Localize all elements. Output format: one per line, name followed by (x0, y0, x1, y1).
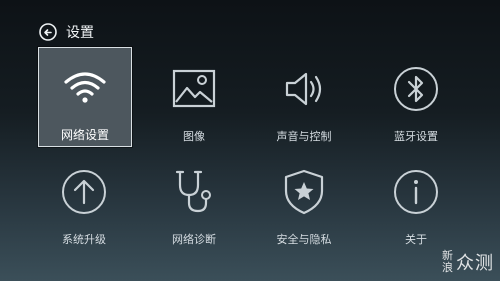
watermark-brand: 众测 (456, 253, 494, 274)
tile-about[interactable]: 关于 (370, 153, 462, 251)
shield-star-icon (279, 167, 329, 217)
tile-bluetooth[interactable]: 蓝牙设置 (370, 50, 462, 148)
tile-label: 关于 (405, 233, 427, 246)
upgrade-arrow-icon (59, 167, 109, 217)
tile-label: 蓝牙设置 (394, 130, 438, 143)
tile-label: 安全与隐私 (276, 233, 332, 246)
watermark-line2: 浪 (442, 261, 453, 274)
tile-label: 网络设置 (60, 128, 109, 142)
wifi-icon (60, 62, 110, 112)
bluetooth-icon (391, 64, 441, 114)
image-icon (169, 64, 219, 114)
tile-network-diagnosis[interactable]: 网络诊断 (148, 153, 240, 251)
back-circle-arrow-icon[interactable] (38, 22, 58, 42)
header: 设置 (38, 20, 94, 44)
speaker-icon (279, 64, 329, 114)
tile-sound-control[interactable]: 声音与控制 (258, 50, 350, 148)
tile-label: 图像 (183, 130, 205, 143)
tile-system-upgrade[interactable]: 系统升级 (38, 153, 130, 251)
page-title: 设置 (66, 25, 94, 41)
tile-security-privacy[interactable]: 安全与隐私 (258, 153, 350, 251)
stethoscope-icon (169, 167, 219, 217)
tile-label: 声音与控制 (276, 130, 332, 143)
watermark: 新 浪 众测 (442, 249, 494, 275)
tile-label: 网络诊断 (172, 233, 216, 246)
tile-image[interactable]: 图像 (148, 50, 240, 148)
tile-label: 系统升级 (62, 233, 106, 246)
tile-network-settings[interactable]: 网络设置 (38, 47, 132, 147)
info-icon (391, 167, 441, 217)
